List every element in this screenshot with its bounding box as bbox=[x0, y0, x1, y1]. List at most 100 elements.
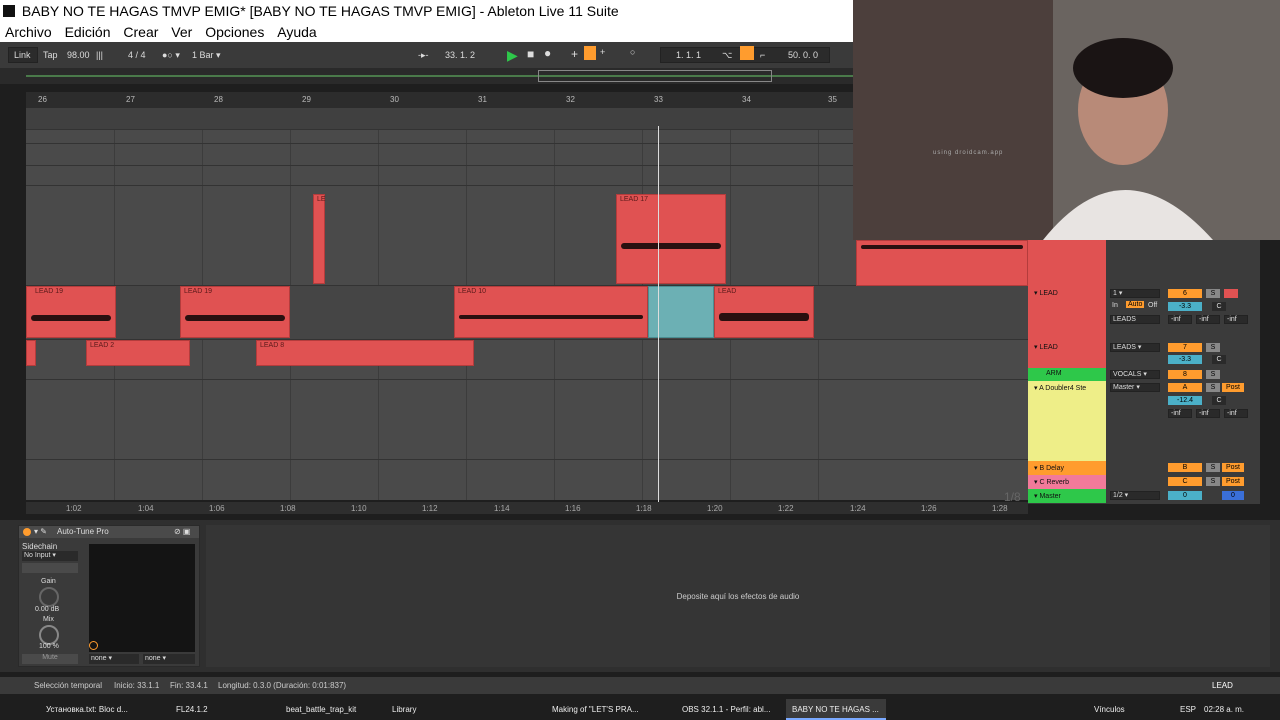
menu-archivo[interactable]: Archivo bbox=[5, 24, 52, 40]
audio-clip[interactable]: LEAD 17 bbox=[616, 194, 726, 284]
menu-opciones[interactable]: Opciones bbox=[205, 24, 264, 40]
plugin-display[interactable] bbox=[89, 544, 195, 652]
master-volume-field[interactable]: 0 bbox=[1222, 491, 1244, 500]
clock[interactable]: 02:28 a. m. bbox=[1204, 705, 1244, 714]
taskbar-notepad[interactable]: Установка.txt: Bloc d... bbox=[40, 699, 150, 720]
post-button[interactable]: Post bbox=[1222, 383, 1244, 392]
follow-icon[interactable]: -▸- bbox=[418, 50, 429, 61]
taskbar-folder[interactable]: beat_battle_trap_kit bbox=[280, 699, 380, 720]
solo-button[interactable]: S bbox=[1206, 383, 1220, 392]
audio-clip[interactable]: LEAD 2 bbox=[86, 340, 190, 366]
track-header-lead-2[interactable]: ▾ LEAD LEADS ▾ 7 S -3.3 C bbox=[1028, 340, 1260, 368]
menu-crear[interactable]: Crear bbox=[123, 24, 158, 40]
input-channel-select[interactable]: 1 ▾ bbox=[1110, 289, 1160, 298]
status-track-name[interactable]: LEAD bbox=[1212, 681, 1233, 690]
gain-value[interactable]: 0.00 dB bbox=[35, 606, 59, 613]
punch-in-icon[interactable]: ⌥ bbox=[722, 50, 732, 61]
track-number[interactable]: 8 bbox=[1168, 370, 1202, 379]
automation-arm-icon[interactable] bbox=[584, 46, 596, 60]
status-link-label[interactable]: Vínculos bbox=[1094, 705, 1125, 714]
output-routing-select[interactable]: LEADS bbox=[1110, 315, 1160, 324]
overdub-icon[interactable]: + bbox=[571, 47, 578, 61]
metronome-icon[interactable]: ||| bbox=[96, 50, 103, 60]
tap-button[interactable]: Tap bbox=[43, 50, 58, 60]
monitor-auto-button[interactable]: Auto bbox=[1126, 301, 1145, 308]
punch-out-icon[interactable]: ⌐ bbox=[760, 50, 765, 60]
audio-clip[interactable]: LEAD 19 bbox=[26, 286, 116, 338]
send-field[interactable]: -inf bbox=[1224, 409, 1248, 418]
link-button[interactable]: Link bbox=[14, 50, 31, 60]
monitor-off-button[interactable]: Off bbox=[1148, 302, 1157, 309]
audio-clip[interactable] bbox=[856, 240, 1028, 286]
device-on-icon[interactable] bbox=[23, 528, 31, 536]
pan-field[interactable]: C bbox=[1212, 302, 1226, 311]
audio-clip[interactable] bbox=[26, 340, 36, 366]
power-icon[interactable] bbox=[89, 641, 98, 650]
master-track[interactable]: ▾ Master 1/2 ▾ 0 0 bbox=[1028, 489, 1260, 503]
solo-button[interactable]: S bbox=[1206, 343, 1220, 352]
send-b-field[interactable]: -inf bbox=[1196, 315, 1220, 324]
solo-button[interactable]: S bbox=[1206, 289, 1220, 298]
return-letter[interactable]: A bbox=[1168, 383, 1202, 392]
menu-edicion[interactable]: Edición bbox=[65, 24, 111, 40]
language-indicator[interactable]: ESP bbox=[1180, 705, 1196, 714]
solo-button[interactable]: S bbox=[1206, 477, 1220, 486]
return-letter[interactable]: B bbox=[1168, 463, 1202, 472]
arrangement-overview[interactable] bbox=[0, 68, 853, 84]
output-routing-select[interactable]: LEADS ▾ bbox=[1110, 343, 1160, 352]
sidechain-select[interactable]: No Input ▾ bbox=[22, 551, 78, 561]
solo-button[interactable]: S bbox=[1206, 463, 1220, 472]
sidechain-sub-select[interactable] bbox=[22, 563, 78, 573]
playhead[interactable] bbox=[658, 126, 659, 504]
return-track-a[interactable]: ▾ A Doubler4 Ste Master ▾ A S Post -12.4… bbox=[1028, 381, 1260, 461]
track-header-lead-1[interactable]: ▾ LEAD 1 ▾ In Auto Off LEADS 6 S -3.3 C … bbox=[1028, 286, 1260, 340]
mute-button[interactable]: Mute bbox=[22, 654, 78, 664]
master-cue-field[interactable]: 0 bbox=[1168, 491, 1202, 500]
taskbar-obs[interactable]: OBS 32.1.1 - Perfil: abl... bbox=[676, 699, 786, 720]
menu-ayuda[interactable]: Ayuda bbox=[277, 24, 316, 40]
effect-drop-zone[interactable]: Deposite aquí los efectos de audio bbox=[206, 525, 1270, 667]
audio-clip[interactable]: LEAD 8 bbox=[256, 340, 474, 366]
master-output-select[interactable]: 1/2 ▾ bbox=[1110, 491, 1160, 500]
track-number[interactable]: 7 bbox=[1168, 343, 1202, 352]
plugin-select-1[interactable]: none ▾ bbox=[89, 654, 139, 664]
send-field[interactable]: -inf bbox=[1196, 409, 1220, 418]
plugin-edit-icon[interactable]: ⊘ ▣ bbox=[174, 527, 190, 536]
send-a-field[interactable]: -inf bbox=[1168, 315, 1192, 324]
mix-knob[interactable] bbox=[39, 625, 59, 645]
volume-field[interactable]: -3.3 bbox=[1168, 302, 1202, 311]
audio-clip[interactable]: LE bbox=[313, 194, 326, 284]
tempo-field[interactable]: 98.00 bbox=[67, 50, 90, 60]
send-field[interactable]: -inf bbox=[1168, 409, 1192, 418]
taskbar-library[interactable]: Library bbox=[386, 699, 486, 720]
group-routing-select[interactable]: VOCALS ▾ bbox=[1110, 370, 1160, 379]
loop-switch-icon[interactable] bbox=[740, 46, 754, 60]
capture-icon[interactable]: ○ bbox=[630, 47, 635, 57]
volume-field[interactable]: -12.4 bbox=[1168, 396, 1202, 405]
session-record-icon[interactable]: + bbox=[600, 47, 605, 57]
play-icon[interactable]: ▶ bbox=[507, 47, 518, 64]
loop-start-field[interactable]: 1. 1. 1 bbox=[676, 50, 701, 60]
mix-value[interactable]: 100 % bbox=[39, 643, 59, 650]
group-track-vocals[interactable]: ARM VOCALS ▾ 8 S bbox=[1028, 368, 1260, 381]
send-c-field[interactable]: -inf bbox=[1224, 315, 1248, 324]
taskbar-browser[interactable]: Making of "LET'S PRA... bbox=[546, 699, 656, 720]
post-button[interactable]: Post bbox=[1222, 477, 1244, 486]
bar-ruler[interactable]: 26 27 28 29 30 31 32 33 34 35 bbox=[26, 92, 853, 108]
pan-field[interactable]: C bbox=[1212, 355, 1226, 364]
gain-knob[interactable] bbox=[39, 587, 59, 607]
solo-button[interactable]: S bbox=[1206, 370, 1220, 379]
taskbar-ableton[interactable]: BABY NO TE HAGAS ... bbox=[786, 699, 886, 720]
song-position-field[interactable]: 33. 1. 2 bbox=[445, 50, 475, 60]
plugin-select-2[interactable]: none ▾ bbox=[143, 654, 195, 664]
audio-clip[interactable]: LEAD 10 bbox=[454, 286, 648, 338]
overview-window[interactable] bbox=[538, 70, 772, 82]
track-lane[interactable] bbox=[26, 380, 1028, 460]
quantize-select[interactable]: 1 Bar bbox=[192, 50, 214, 60]
taskbar-fl-studio[interactable]: FL24.1.2 bbox=[170, 699, 270, 720]
stop-icon[interactable]: ■ bbox=[527, 47, 534, 61]
return-letter[interactable]: C bbox=[1168, 477, 1202, 486]
output-routing-select[interactable]: Master ▾ bbox=[1110, 383, 1160, 392]
record-mode-icon[interactable]: ●○ ▾ bbox=[162, 50, 180, 61]
menu-ver[interactable]: Ver bbox=[171, 24, 192, 40]
